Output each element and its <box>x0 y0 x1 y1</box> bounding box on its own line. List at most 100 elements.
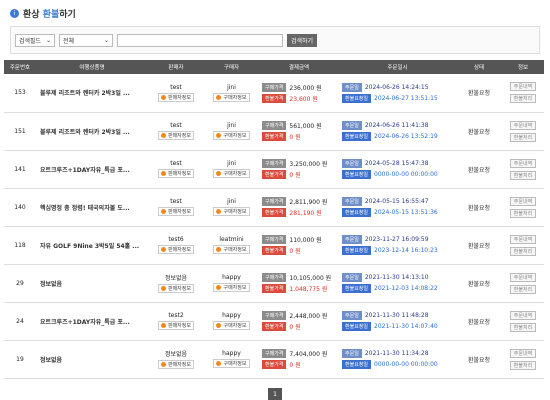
user-dot-icon <box>160 286 166 291</box>
table-row: 19 정보없음 정보없음 판매자정보 happy 구매자정보 구매가격 7,404,000 원… <box>4 340 544 379</box>
buyer-info-button[interactable]: 구매자정보 <box>213 92 250 102</box>
column-header: 주문일시 <box>339 60 456 74</box>
seller-info-button[interactable]: 판매자정보 <box>157 131 194 140</box>
product-name[interactable]: 블루제 리조트와 렌터카 2박3일 ... <box>36 74 148 113</box>
user-dot-icon <box>160 362 166 367</box>
seller-name: 정보없음 <box>164 275 188 282</box>
column-header: 결제금액 <box>259 60 339 74</box>
refund-process-button[interactable]: 환불처리 <box>509 208 537 218</box>
page-button-current[interactable]: 1 <box>268 388 282 400</box>
order-detail-button[interactable]: 주문내역 <box>509 348 537 358</box>
order-detail-button[interactable]: 주문내역 <box>509 310 537 320</box>
search-button[interactable]: 검색하기 <box>287 33 318 47</box>
user-dot-icon <box>216 247 222 252</box>
search-panel: 검색필드 ⌄ 전체 ⌄ 검색하기 <box>10 26 540 54</box>
status-select[interactable]: 전체 ⌄ <box>59 33 113 47</box>
refund-datetime: 2024-05-15 13:51:36 <box>374 209 438 216</box>
order-id: 19 <box>4 340 36 379</box>
refund-datetime: 2024-06-27 13:51:15 <box>374 94 438 102</box>
seller-name: test2 <box>168 312 184 319</box>
order-datetime: 2024-05-15 16:55:47 <box>364 198 429 205</box>
chevron-down-icon: ⌄ <box>103 36 109 44</box>
buyer-info-button[interactable]: 구매자정보 <box>213 321 250 330</box>
table-header: 주문번호 여행상품명 판매자 구매자 결제금액 주문일시 상태 정보 <box>4 60 544 74</box>
buyer-info-button[interactable]: 구매자정보 <box>213 207 250 216</box>
status-text: 환불요청 <box>456 112 502 151</box>
order-detail-button[interactable]: 주문내역 <box>509 82 537 92</box>
column-header: 판매자 <box>148 60 204 74</box>
order-detail-button[interactable]: 주문내역 <box>509 158 537 168</box>
order-detail-button[interactable]: 주문내역 <box>509 234 537 244</box>
status-text: 환불요청 <box>456 302 502 341</box>
product-name[interactable]: 블루제 리조트와 렌터카 2박3일 ... <box>36 112 148 151</box>
refund-process-button[interactable]: 환불처리 <box>509 246 537 256</box>
user-dot-icon <box>216 361 222 366</box>
buyer-info-button[interactable]: 구매자정보 <box>213 169 250 178</box>
paid-label: 구매가격 <box>262 235 287 244</box>
seller-info-button[interactable]: 판매자정보 <box>157 321 194 330</box>
refund-process-button[interactable]: 환불처리 <box>509 284 537 294</box>
refund-date-label: 환불요청일 <box>342 284 372 293</box>
seller-name: test6 <box>168 236 184 243</box>
order-date-label: 주문일 <box>342 82 362 92</box>
seller-info-button[interactable]: 판매자정보 <box>157 245 194 254</box>
seller-info-button[interactable]: 판매자정보 <box>157 207 194 216</box>
buyer-info-button[interactable]: 구매자정보 <box>213 359 250 368</box>
refund-amount: 281,190 원 <box>289 210 322 217</box>
refund-amount: 0 원 <box>289 248 301 255</box>
buyer-info-button[interactable]: 구매자정보 <box>213 131 250 140</box>
refund-process-button[interactable]: 환불처리 <box>509 170 537 180</box>
buyer-name: leatmini <box>219 236 244 243</box>
refund-datetime: 0000-00-00 00:00:00 <box>374 361 438 368</box>
refund-label: 환불가격 <box>262 246 287 255</box>
order-detail-button[interactable]: 주문내역 <box>509 196 537 206</box>
table-row: 118 자유 GOLF 9Nine 3박5일 54홀 ... test6 판매자정보 l… <box>4 226 544 265</box>
table-row: 153 블루제 리조트와 렌터카 2박3일 ... test 판매자정보 jini 구매자… <box>4 74 544 113</box>
refund-label: 환불가격 <box>262 284 287 293</box>
seller-name: test <box>170 83 182 91</box>
status-text: 환불요청 <box>456 340 502 379</box>
refund-process-button[interactable]: 환불처리 <box>509 322 537 332</box>
column-header: 정보 <box>502 60 544 74</box>
search-field-select[interactable]: 검색필드 ⌄ <box>15 33 55 47</box>
user-dot-icon <box>160 94 166 100</box>
paid-label: 구매가격 <box>262 197 287 206</box>
user-dot-icon <box>160 247 166 252</box>
order-date-label: 주문일 <box>342 349 362 358</box>
seller-info-button[interactable]: 판매자정보 <box>157 284 194 293</box>
user-dot-icon <box>160 133 166 138</box>
product-name[interactable]: 핵심명정 총 정렴! 태국의자볼 도... <box>36 188 148 227</box>
order-id: 118 <box>4 226 36 265</box>
refund-datetime: 2023-12-14 16:10:23 <box>374 247 438 254</box>
search-input[interactable] <box>117 33 283 47</box>
order-detail-button[interactable]: 주문내역 <box>509 272 537 282</box>
user-dot-icon <box>160 323 166 328</box>
product-name[interactable]: 정보없음 <box>36 264 148 303</box>
refund-process-button[interactable]: 환불처리 <box>509 360 537 370</box>
buyer-info-button[interactable]: 구매자정보 <box>213 283 250 292</box>
buyer-info-button[interactable]: 구매자정보 <box>213 245 250 254</box>
refund-date-label: 환불요청일 <box>342 246 372 255</box>
seller-name: 정보없음 <box>164 351 188 358</box>
order-date-label: 주문일 <box>342 273 362 282</box>
product-name[interactable]: 정보없음 <box>36 340 148 379</box>
refund-amount: 0 원 <box>289 172 301 179</box>
seller-info-button[interactable]: 판매자정보 <box>157 360 194 369</box>
user-dot-icon <box>216 133 222 138</box>
product-name[interactable]: 자유 GOLF 9Nine 3박5일 54홀 ... <box>36 226 148 265</box>
product-name[interactable]: 요트크루즈+1DAY자유_특급 포... <box>36 150 148 189</box>
status-text: 환불요청 <box>456 264 502 303</box>
order-detail-button[interactable]: 주문내역 <box>509 120 537 130</box>
user-dot-icon <box>160 209 166 214</box>
product-name[interactable]: 요트크루즈+1DAY자유_특급 포... <box>36 302 148 341</box>
paid-amount: 236,000 원 <box>289 84 322 92</box>
seller-info-button[interactable]: 판매자정보 <box>157 169 194 178</box>
refund-date-label: 환불요청일 <box>342 170 372 179</box>
seller-info-button[interactable]: 판매자정보 <box>157 92 194 102</box>
refund-process-button[interactable]: 환불처리 <box>509 132 537 142</box>
paid-amount: 110,000 원 <box>289 237 322 244</box>
refund-datetime: 2021-12-03 14:08:22 <box>374 285 438 292</box>
refund-process-button[interactable]: 환불처리 <box>509 94 537 104</box>
column-header: 여행상품명 <box>36 60 148 74</box>
refund-label: 환불가격 <box>262 170 287 179</box>
